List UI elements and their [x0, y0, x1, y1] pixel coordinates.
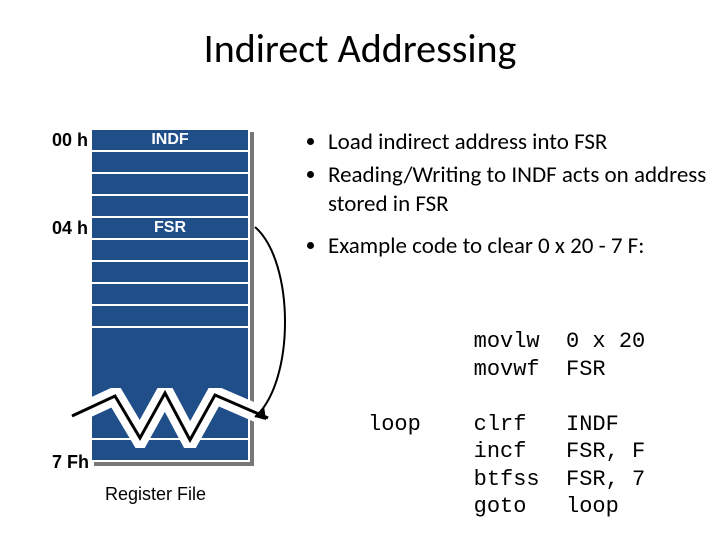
- bullet-1: Load indirect address into FSR: [328, 128, 710, 157]
- reg-row-blank: [91, 239, 249, 261]
- fsr-pointer-arrow-icon: [250, 222, 300, 422]
- reg-row-indf: INDF: [91, 129, 249, 151]
- register-table: INDF FSR: [90, 128, 250, 462]
- addr-label-7f: 7 Fh: [52, 452, 89, 473]
- addr-label-00: 00 h: [52, 130, 88, 151]
- reg-row-blank: [91, 305, 249, 327]
- register-file-caption: Register File: [105, 484, 206, 505]
- reg-row-blank: [91, 261, 249, 283]
- reg-row-blank: [91, 195, 249, 217]
- reg-row-blank: [91, 283, 249, 305]
- reg-row-blank: [91, 439, 249, 461]
- addr-label-04: 04 h: [52, 218, 88, 239]
- bullet-3: Example code to clear 0 x 20 - 7 F:: [328, 232, 710, 261]
- bullet-list: Load indirect address into FSR Reading/W…: [306, 128, 710, 275]
- example-code: movlw 0 x 20 movwf FSR loop clrf INDF in…: [368, 328, 645, 521]
- reg-row-blank: [91, 173, 249, 195]
- bullet-2: Reading/Writing to INDF acts on address …: [328, 161, 710, 219]
- reg-row-blank: [91, 151, 249, 173]
- page-title: Indirect Addressing: [0, 24, 720, 73]
- register-file-diagram: INDF FSR: [90, 128, 250, 462]
- reg-row-fsr: FSR: [91, 217, 249, 239]
- reg-row-large: [91, 327, 249, 439]
